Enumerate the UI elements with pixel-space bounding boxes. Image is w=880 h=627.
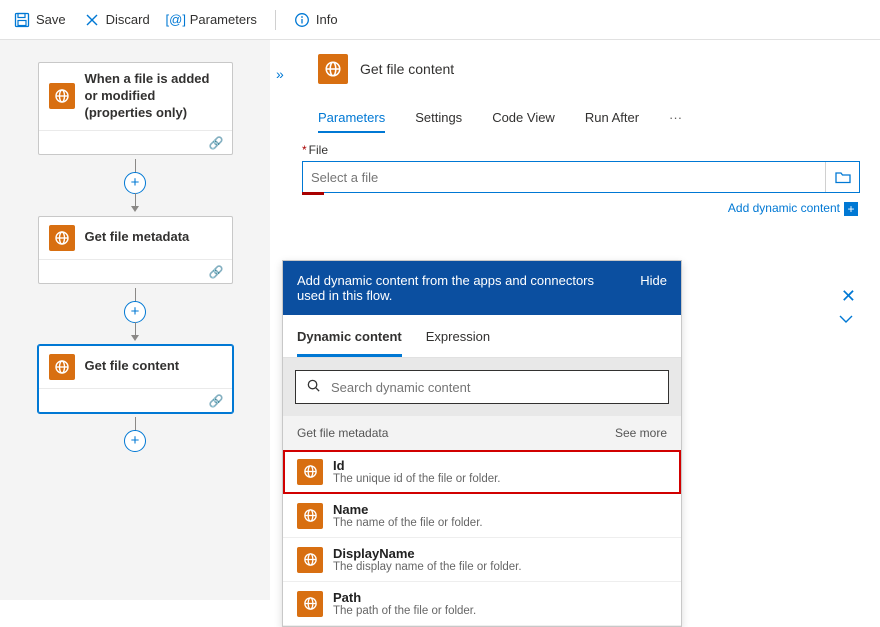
link-icon: 🔗 [209,265,224,279]
dynamic-content-panel: Add dynamic content from the apps and co… [282,260,682,627]
file-input[interactable] [303,170,825,185]
parameters-button[interactable]: [@] Parameters [168,12,257,28]
flow-card-content[interactable]: Get file content 🔗 [38,345,233,413]
tab-runafter[interactable]: Run After [585,104,639,133]
info-icon [294,12,310,28]
flow-card-label: When a file is added or modified (proper… [85,71,222,122]
dynamic-item-path[interactable]: PathThe path of the file or folder. [283,582,681,626]
chevron-down-icon[interactable] [838,312,854,327]
discard-button[interactable]: Discard [84,12,150,28]
flow-card-trigger[interactable]: When a file is added or modified (proper… [38,62,233,155]
folder-picker-icon[interactable] [825,162,859,192]
flow-canvas: When a file is added or modified (proper… [0,40,270,600]
add-step-button[interactable]: + [124,172,146,194]
tab-more[interactable]: ··· [669,104,682,133]
connector-icon [297,591,323,617]
search-input[interactable] [331,380,658,395]
add-step-button[interactable]: + [124,430,146,452]
file-input-wrapper [302,161,860,193]
parameters-label: Parameters [190,12,257,27]
info-label: Info [316,12,338,27]
tab-parameters[interactable]: Parameters [318,104,385,133]
dynamic-content-heading: Add dynamic content from the apps and co… [297,273,597,303]
link-icon: 🔗 [209,136,224,150]
add-step-button[interactable]: + [124,301,146,323]
tab-expression[interactable]: Expression [426,319,490,357]
parameters-icon: [@] [168,12,184,28]
close-icon [84,12,100,28]
flow-card-metadata[interactable]: Get file metadata 🔗 [38,216,233,284]
flow-arrow: + [20,288,250,341]
dynamic-group-title: Get file metadata [297,426,388,440]
save-button[interactable]: Save [14,12,66,28]
connector-icon [49,225,75,251]
dynamic-item-displayname[interactable]: DisplayNameThe display name of the file … [283,538,681,582]
connector-icon [297,459,323,485]
collapse-panel-icon[interactable]: » [276,66,284,82]
flow-card-label: Get file content [85,358,180,375]
info-button[interactable]: Info [294,12,338,28]
add-dynamic-content-link[interactable]: Add dynamic content+ [302,201,858,216]
dynamic-item-id[interactable]: IdThe unique id of the file or folder. [283,450,681,494]
divider [275,10,276,30]
hide-button[interactable]: Hide [640,273,667,288]
see-more-link[interactable]: See more [615,426,667,440]
discard-label: Discard [106,12,150,27]
tab-settings[interactable]: Settings [415,104,462,133]
search-icon [306,378,321,396]
connector-icon [49,83,75,109]
tab-codeview[interactable]: Code View [492,104,555,133]
flow-card-label: Get file metadata [85,229,190,246]
file-field-label: *File [302,143,860,157]
tab-dynamic-content[interactable]: Dynamic content [297,319,402,357]
connector-icon [318,54,348,84]
flow-arrow: + [20,417,250,451]
flow-arrow: + [20,159,250,212]
details-panel: » Get file content Parameters Settings C… [270,40,880,600]
connector-icon [297,547,323,573]
save-icon [14,12,30,28]
connector-icon [297,503,323,529]
connector-icon [49,354,75,380]
panel-title: Get file content [360,61,454,77]
dynamic-item-name[interactable]: NameThe name of the file or folder. [283,494,681,538]
save-label: Save [36,12,66,27]
close-icon[interactable]: ✕ [841,286,856,307]
search-box [295,370,669,404]
plus-icon: + [844,202,858,216]
link-icon: 🔗 [209,394,224,408]
validation-marker [302,192,324,195]
